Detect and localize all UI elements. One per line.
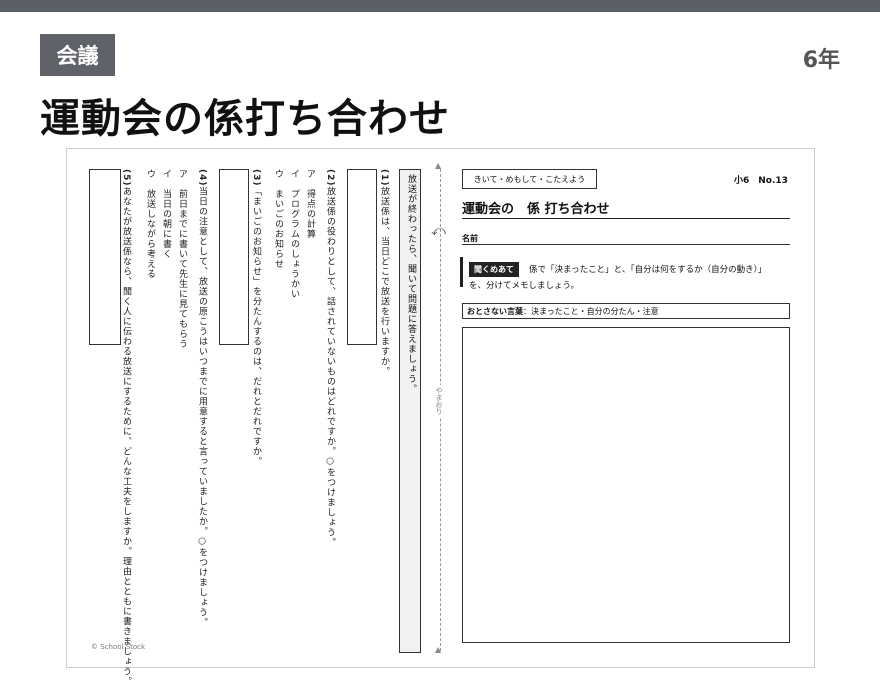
question-2-text: 放送係の役わりとして、話されていないものはどれですか。○をつけましょう。: [325, 186, 335, 548]
fold-label: やまおり: [434, 385, 444, 417]
instruction-block: 聞くめあて 係で「決まったこと」と、「自分は何をするか（自分の動き）」 を、分け…: [460, 257, 793, 291]
key-words-box: おとさない言葉 ：決まったこと・自分の分たん・注意: [462, 303, 790, 319]
worksheet: (5)あなたが放送係なら、聞く人に伝わる放送にするために、どんな工夫をしますか。…: [66, 148, 815, 687]
notice-box: 放送が終わったら、聞いて問題に答えましょう。: [399, 169, 421, 653]
key-words-label: おとさない言葉: [467, 306, 523, 316]
grade-label: 6年: [802, 48, 840, 73]
question-3-number: (3): [251, 169, 261, 187]
question-1: (1)放送係は、当日どこで放送を行いますか。: [379, 169, 389, 377]
arrow-down-icon: ▲: [435, 645, 442, 654]
question-3-text: 「まいごのお知らせ」を分たんするのは、だれとだれですか。: [251, 186, 261, 467]
instruction-tag: 聞くめあて: [469, 262, 519, 277]
page-title: 運動会の係打ち合わせ: [40, 96, 450, 142]
answer-box-q5[interactable]: [89, 169, 121, 345]
memo-area[interactable]: [462, 327, 790, 643]
q4-option-u: ウ 放送しながら考える: [145, 169, 155, 279]
arrow-up-icon: ▲: [435, 161, 442, 170]
answer-box-q1[interactable]: [347, 169, 377, 345]
q2-option-u: ウ まいごのお知らせ: [273, 169, 283, 269]
question-1-text: 放送係は、当日どこで放送を行いますか。: [379, 186, 389, 377]
question-2: (2)放送係の役わりとして、話されていないものはどれですか。○をつけましょう。: [325, 169, 335, 548]
top-bar: [0, 0, 880, 12]
question-3: (3)「まいごのお知らせ」を分たんするのは、だれとだれですか。: [251, 169, 261, 467]
question-5: (5)あなたが放送係なら、聞く人に伝わる放送にするために、どんな工夫をしますか。…: [121, 169, 131, 687]
instruction-line-2: を、分けてメモしましょう。: [469, 281, 579, 291]
q2-option-i: イ プログラムのしょうかい: [289, 169, 299, 299]
q2-option-a: ア 得点の計算: [305, 169, 315, 239]
name-label: 名前: [462, 234, 478, 243]
instruction-line-1: 係で「決まったこと」と、「自分は何をするか（自分の動き）」: [529, 265, 767, 275]
q4-option-a: ア 前日までに書いて先生に見てもらう: [177, 169, 187, 349]
question-4-text: 当日の注意として、放送の原こうはいつまでに用意すると言っていましたか。○をつけま…: [197, 186, 207, 628]
copyright: © School Stock: [91, 643, 146, 651]
notice-text: 放送が終わったら、聞いて問題に答えましょう。: [406, 174, 416, 394]
title-underline: [462, 218, 790, 219]
answer-box-q3[interactable]: [219, 169, 249, 345]
sheet-title: 運動会の 係 打ち合わせ: [462, 202, 610, 217]
sheet-number: 小6 No.13: [734, 176, 788, 186]
sheet-tag: きいて・めもして・こたえよう: [462, 169, 597, 189]
q4-option-i: イ 当日の朝に書く: [161, 169, 171, 259]
question-5-text: あなたが放送係なら、聞く人に伝わる放送にするために、どんな工夫をしますか。理由と…: [121, 186, 131, 687]
fold-arrow-icon: ⤺: [431, 223, 446, 239]
category-badge: 会議: [40, 34, 115, 76]
question-1-number: (1): [379, 169, 389, 187]
key-words-text: ：決まったこと・自分の分たん・注意: [523, 306, 659, 316]
question-5-number: (5): [121, 169, 131, 187]
question-2-number: (2): [325, 169, 335, 187]
name-field[interactable]: [462, 244, 790, 245]
question-4: (4)当日の注意として、放送の原こうはいつまでに用意すると言っていましたか。○を…: [197, 169, 207, 628]
question-4-number: (4): [197, 169, 207, 187]
